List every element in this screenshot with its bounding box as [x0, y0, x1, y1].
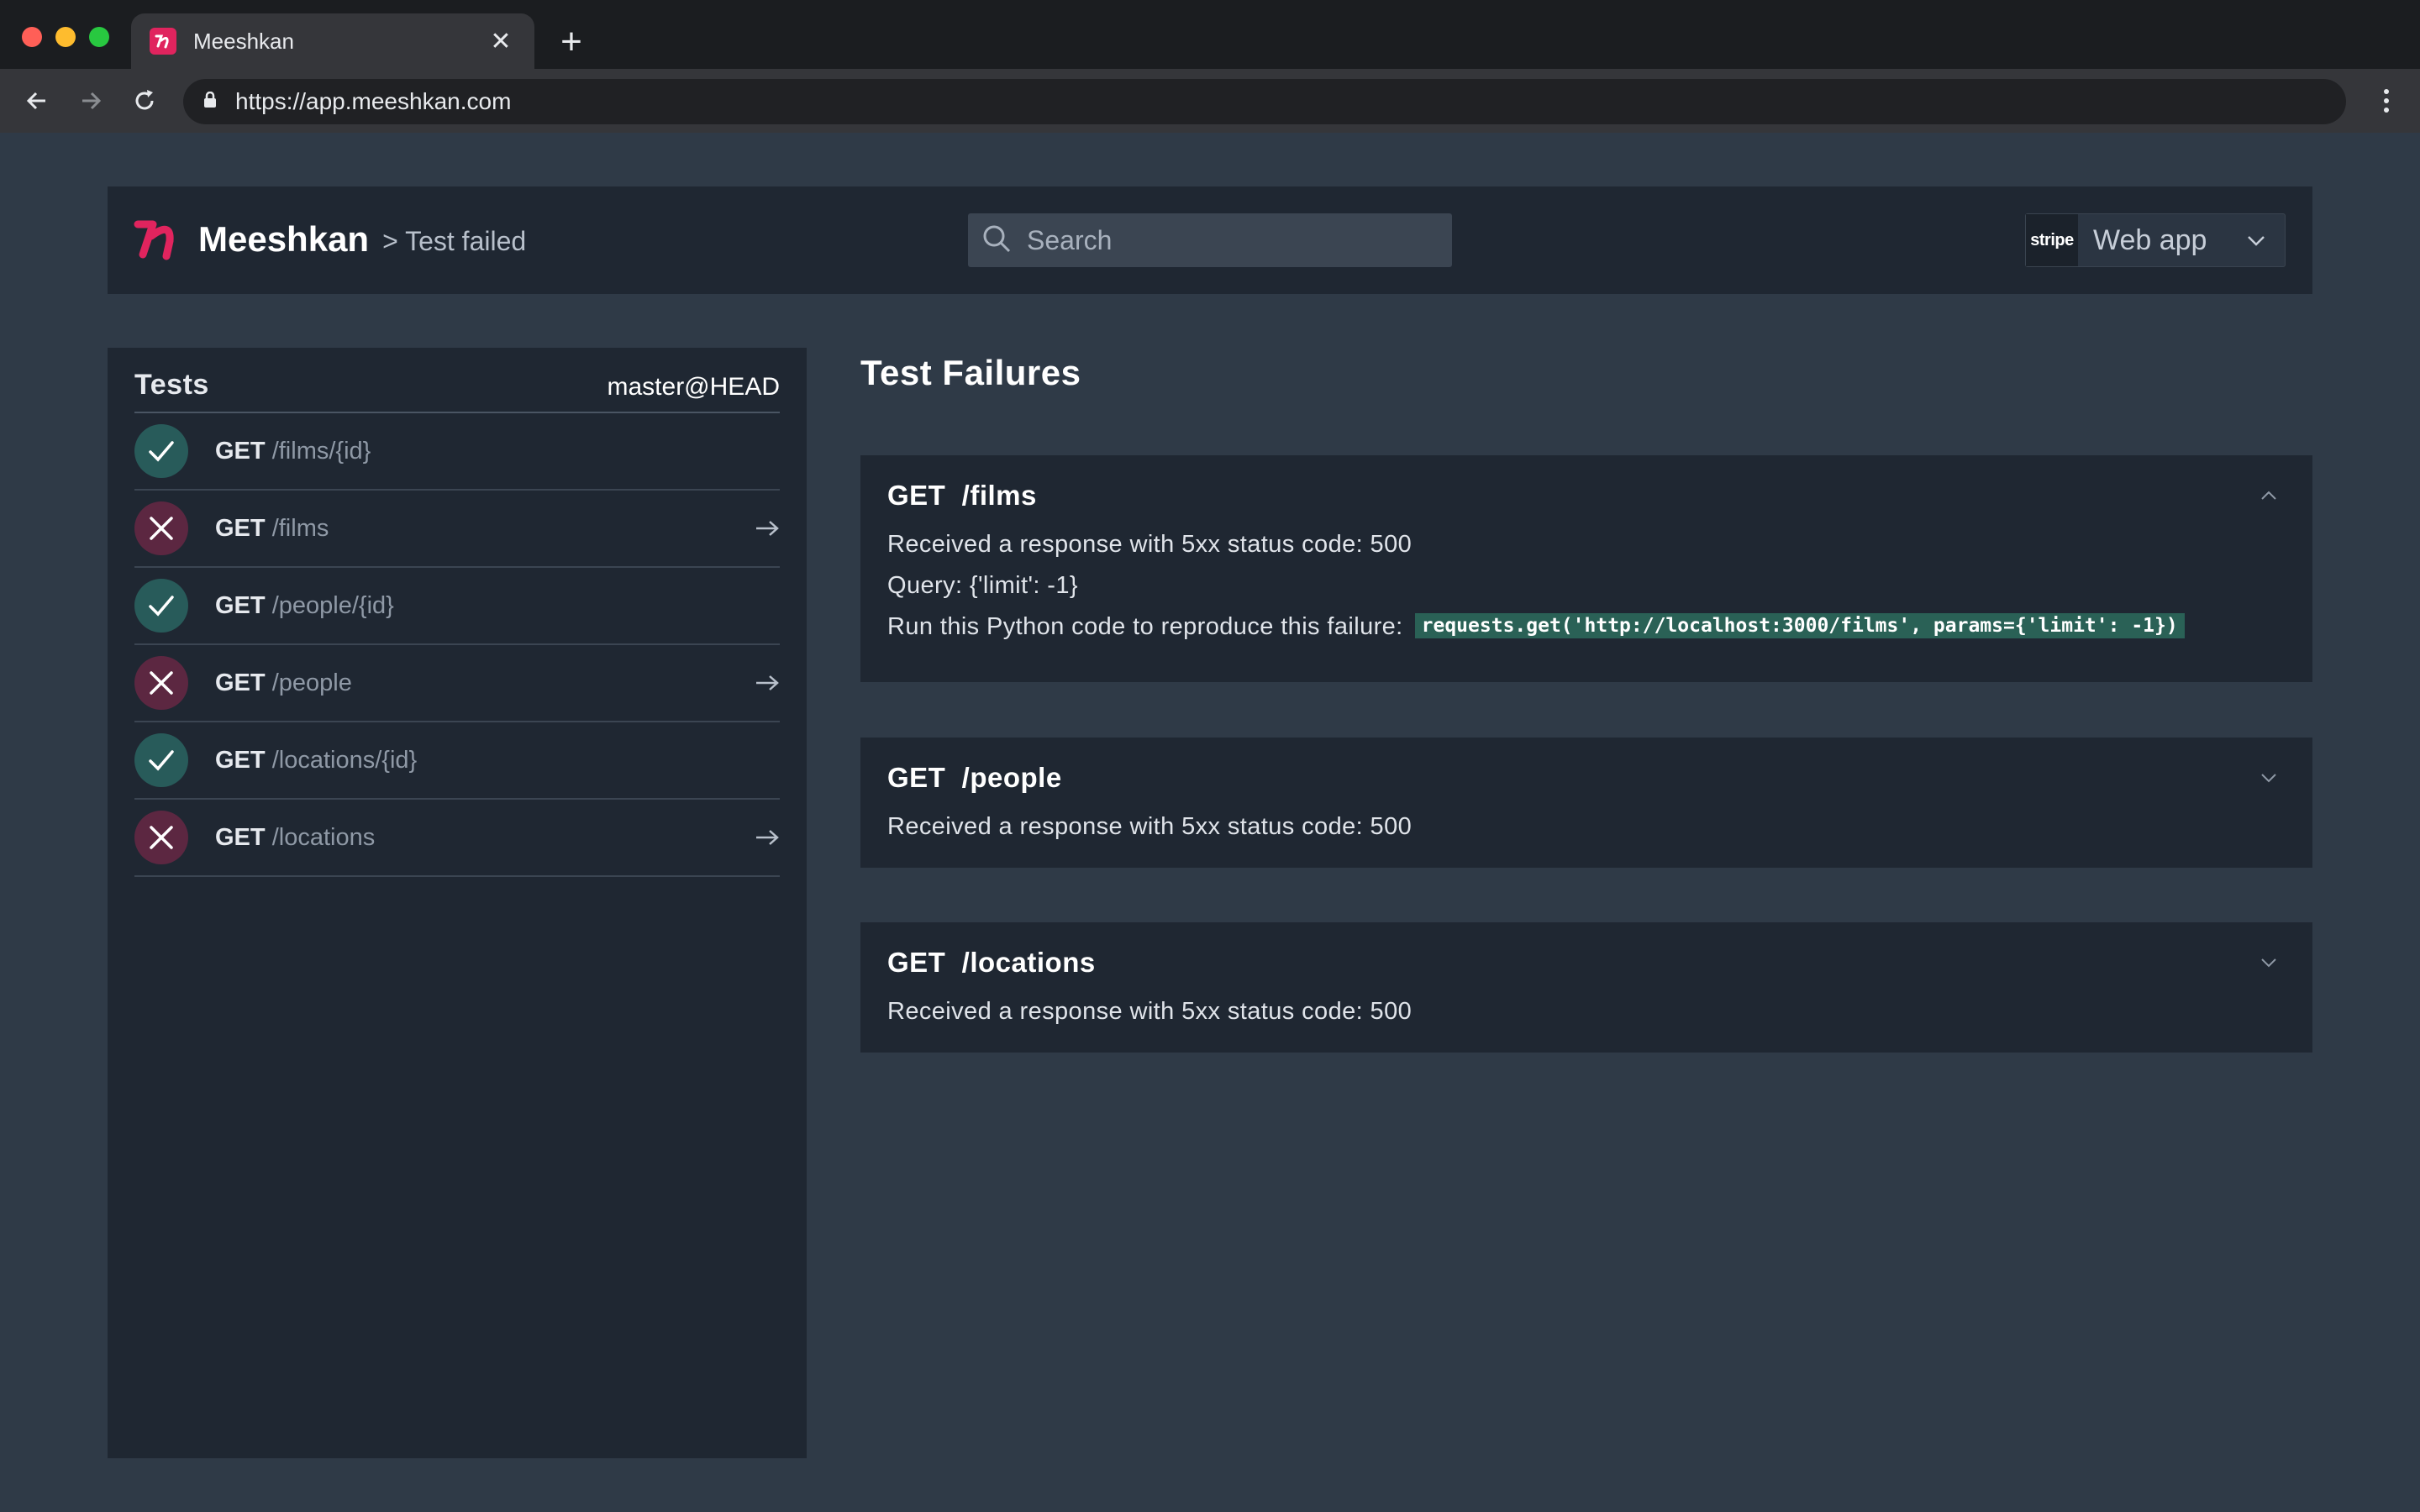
check-icon	[134, 424, 188, 478]
project-select[interactable]: stripe Web app	[2025, 213, 2286, 267]
test-label: GET /locations/{id}	[215, 746, 418, 774]
tests-sidebar: Tests master@HEAD GET /films/{id} GET /f…	[108, 348, 807, 1458]
test-item-locations-id[interactable]: GET /locations/{id}	[134, 722, 780, 800]
arrow-right-icon[interactable]	[751, 519, 780, 538]
python-code-snippet[interactable]: requests.get('http://localhost:3000/film…	[1414, 613, 2185, 638]
chevron-down-icon	[2246, 234, 2266, 247]
test-label: GET /films/{id}	[215, 437, 371, 465]
cross-icon	[134, 811, 188, 864]
failure-card-locations: GET /locations Received a response with …	[860, 922, 2312, 1053]
test-item-locations[interactable]: GET /locations	[134, 800, 780, 877]
arrow-right-icon[interactable]	[751, 828, 780, 847]
test-label: GET /films	[215, 514, 329, 542]
failure-query: Query: {'limit': -1}	[887, 572, 1078, 599]
chevron-up-icon[interactable]	[2252, 490, 2286, 501]
card-header[interactable]: GET /films	[887, 479, 2286, 512]
reproduce-label: Run this Python code to reproduce this f…	[887, 613, 1403, 640]
meeshkan-favicon-icon	[150, 28, 176, 55]
test-item-films-id[interactable]: GET /films/{id}	[134, 413, 780, 491]
arrow-right-icon[interactable]	[751, 674, 780, 692]
address-url: https://app.meeshkan.com	[235, 88, 512, 114]
window-close-button[interactable]	[22, 27, 42, 47]
cross-icon	[134, 656, 188, 710]
browser-toolbar: https://app.meeshkan.com	[0, 69, 2420, 133]
test-item-people[interactable]: GET /people	[134, 645, 780, 722]
branch-label: master@HEAD	[607, 373, 781, 401]
chevron-down-icon[interactable]	[2252, 957, 2286, 969]
card-title: GET /people	[887, 762, 1062, 793]
card-header[interactable]: GET /people	[887, 761, 2286, 795]
project-name: Web app	[2093, 223, 2207, 256]
failure-message: Received a response with 5xx status code…	[887, 531, 1413, 558]
search-input[interactable]	[1027, 224, 1430, 256]
test-label: GET /people/{id}	[215, 591, 394, 619]
check-icon	[134, 579, 188, 633]
search-icon	[981, 223, 1012, 258]
test-item-films[interactable]: GET /films	[134, 491, 780, 568]
card-title: GET /films	[887, 480, 1037, 511]
forward-arrow-icon[interactable]	[72, 82, 109, 119]
cross-icon	[134, 501, 188, 555]
test-label: GET /people	[215, 669, 352, 696]
app-header: Meeshkan > Test failed stripe Web app	[108, 186, 2312, 294]
sidebar-title: Tests	[134, 369, 209, 401]
page-title: Test Failures	[860, 353, 1081, 392]
test-item-people-id[interactable]: GET /people/{id}	[134, 568, 780, 645]
card-title: GET /locations	[887, 947, 1096, 978]
card-header[interactable]: GET /locations	[887, 946, 2286, 979]
lock-icon	[203, 91, 217, 113]
back-arrow-icon[interactable]	[18, 82, 55, 119]
search-box[interactable]	[968, 213, 1452, 267]
tab-strip: Meeshkan ✕ +	[0, 0, 2420, 69]
failure-message: Received a response with 5xx status code…	[887, 998, 1413, 1025]
browser-tab[interactable]: Meeshkan ✕	[131, 13, 534, 69]
sidebar-header: Tests master@HEAD	[134, 348, 780, 413]
browser-chrome: Meeshkan ✕ + https://app.meeshkan.com	[0, 0, 2420, 133]
tab-close-icon[interactable]: ✕	[486, 27, 516, 56]
brand-name: Meeshkan	[198, 219, 370, 259]
new-tab-button[interactable]: +	[555, 20, 588, 64]
stripe-badge: stripe	[2026, 214, 2078, 266]
chevron-down-icon[interactable]	[2252, 772, 2286, 784]
check-icon	[134, 733, 188, 787]
reproduce-line: Run this Python code to reproduce this f…	[887, 613, 2286, 641]
reload-icon[interactable]	[126, 82, 163, 119]
failure-message: Received a response with 5xx status code…	[887, 813, 1413, 840]
window-maximize-button[interactable]	[89, 27, 109, 47]
tab-title: Meeshkan	[193, 28, 294, 54]
meeshkan-logo-icon	[133, 214, 180, 265]
failure-card-films: GET /films Received a response with 5xx …	[860, 455, 2312, 682]
address-bar[interactable]: https://app.meeshkan.com	[183, 79, 2346, 124]
browser-menu-icon[interactable]	[2368, 82, 2405, 119]
breadcrumb: > Test failed	[382, 225, 527, 256]
brand[interactable]: Meeshkan > Test failed	[133, 210, 526, 269]
window-minimize-button[interactable]	[55, 27, 76, 47]
failure-card-people: GET /people Received a response with 5xx…	[860, 738, 2312, 868]
test-label: GET /locations	[215, 823, 376, 851]
